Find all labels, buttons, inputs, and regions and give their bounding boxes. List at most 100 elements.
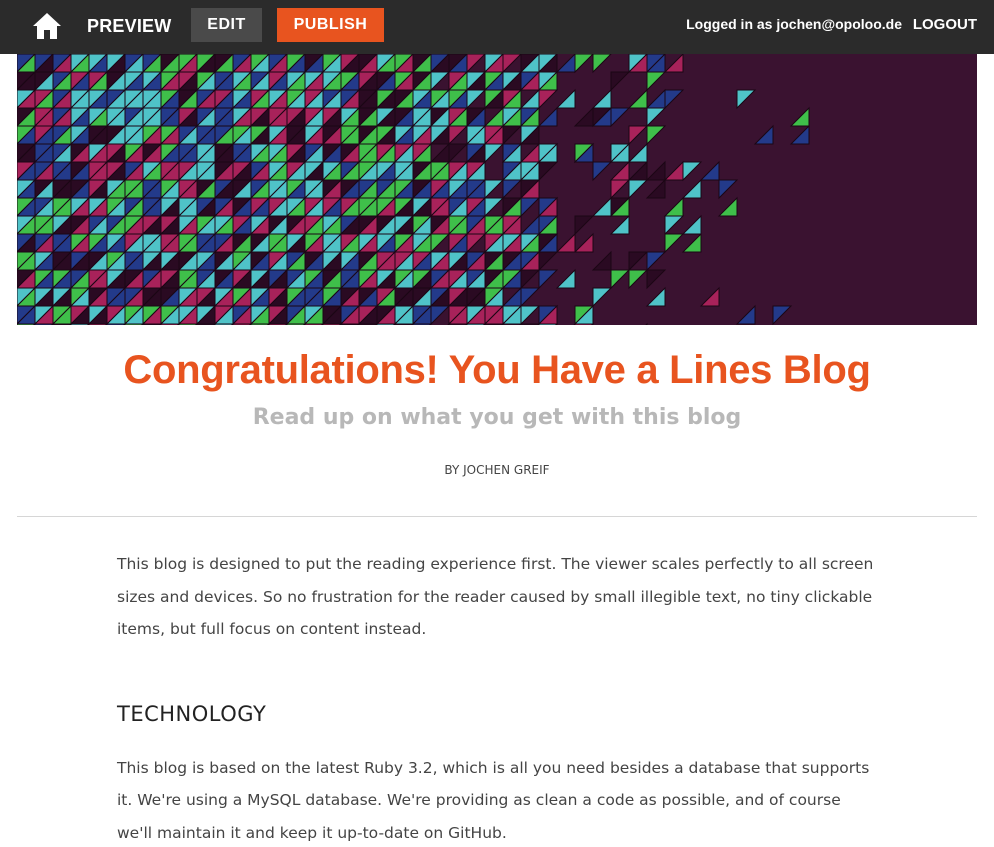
pattern-tile	[574, 54, 594, 74]
pattern-tile	[430, 233, 451, 254]
pattern-tile	[645, 178, 666, 199]
pattern-tile	[591, 196, 612, 217]
pattern-tile	[646, 125, 667, 146]
preview-button[interactable]: PREVIEW	[87, 13, 171, 39]
pattern-tile	[573, 322, 576, 325]
pattern-tile	[609, 160, 630, 181]
pattern-tile	[538, 269, 559, 290]
pattern-tile	[537, 106, 558, 127]
edit-button[interactable]: EDIT	[191, 8, 262, 42]
pattern-tile	[484, 179, 505, 200]
post-body: This blog is designed to put the reading…	[117, 548, 877, 847]
pattern-tile	[286, 323, 307, 325]
pattern-tile	[519, 214, 540, 235]
pattern-tile	[232, 323, 253, 325]
pattern-tile	[447, 322, 450, 325]
home-icon	[33, 13, 61, 39]
pattern-tile	[789, 106, 810, 127]
pattern-tile	[699, 160, 720, 181]
pattern-tile	[573, 106, 594, 127]
triangle-pattern	[17, 54, 810, 325]
pattern-tile	[538, 89, 559, 110]
pattern-tile	[573, 232, 594, 253]
pattern-tile	[736, 89, 757, 110]
pattern-tile	[538, 161, 559, 182]
pattern-tile	[681, 214, 702, 235]
pattern-tile	[699, 286, 720, 307]
pattern-tile	[520, 323, 541, 325]
pattern-tile	[502, 125, 523, 146]
pattern-tile	[646, 251, 667, 272]
pattern-tile	[502, 179, 523, 200]
pattern-tile	[645, 88, 666, 109]
divider	[17, 516, 977, 517]
pattern-tile	[753, 124, 774, 145]
pattern-tile	[610, 269, 631, 290]
publish-button[interactable]: PUBLISH	[277, 8, 384, 42]
pattern-tile	[520, 287, 541, 308]
pattern-tile	[645, 322, 648, 325]
pattern-tile	[34, 323, 55, 325]
pattern-tile	[610, 71, 631, 92]
pattern-tile	[627, 160, 648, 181]
pattern-tile	[645, 160, 666, 181]
pattern-tile	[484, 323, 505, 325]
pattern-tile	[214, 323, 235, 325]
pattern-tile	[591, 250, 612, 271]
post-title: Congratulations! You Have a Lines Blog	[123, 348, 871, 392]
pattern-tile	[645, 286, 666, 307]
pattern-tile	[178, 323, 199, 325]
pattern-tile	[106, 323, 127, 325]
pattern-tile	[501, 286, 522, 307]
intro-paragraph: This blog is designed to put the reading…	[117, 555, 874, 638]
pattern-tile	[628, 179, 649, 200]
pattern-tile	[376, 323, 397, 325]
pattern-tile	[448, 143, 469, 164]
pattern-tile	[609, 214, 630, 235]
pattern-tile	[628, 125, 649, 146]
pattern-tile	[555, 232, 576, 253]
pattern-tile	[430, 71, 451, 92]
pattern-tile	[717, 196, 738, 217]
pattern-tile	[412, 323, 433, 325]
pattern-tile	[591, 88, 612, 109]
pattern-tile	[663, 54, 684, 73]
pattern-tile	[250, 323, 271, 325]
pattern-tile	[17, 323, 37, 325]
pattern-tile	[592, 287, 613, 308]
pattern-tile	[484, 197, 505, 218]
pattern-tile	[592, 54, 612, 74]
pattern-tile	[574, 323, 595, 325]
pattern-tile	[484, 143, 505, 164]
pattern-tile	[358, 323, 379, 325]
pattern-tile	[627, 88, 648, 109]
top-toolbar: PREVIEW EDIT PUBLISH Logged in as jochen…	[0, 0, 994, 54]
pattern-tile	[538, 323, 559, 325]
pattern-tile	[664, 215, 685, 236]
pattern-tile	[304, 323, 325, 325]
pattern-tile	[681, 178, 702, 199]
pattern-tile	[88, 323, 109, 325]
pattern-tile	[610, 179, 631, 200]
pattern-tile	[124, 323, 145, 325]
pattern-tile	[663, 160, 684, 181]
pattern-tile	[430, 305, 451, 325]
pattern-tile	[681, 232, 702, 253]
pattern-tile	[448, 125, 469, 146]
pattern-tile	[502, 54, 522, 74]
post-subtitle: Read up on what you get with this blog	[252, 405, 742, 430]
section-heading-technology: TECHNOLOGY	[117, 701, 267, 726]
pattern-tile	[268, 323, 289, 325]
pattern-tile	[646, 107, 667, 128]
pattern-tile	[663, 196, 684, 217]
pattern-tile	[196, 323, 217, 325]
header-banner-image	[17, 54, 977, 325]
pattern-tile	[718, 179, 739, 200]
pattern-tile	[628, 269, 649, 290]
home-button[interactable]	[30, 10, 64, 42]
pattern-tile	[520, 197, 541, 218]
pattern-tile	[466, 89, 487, 110]
pattern-tile	[520, 305, 541, 325]
pattern-tile	[394, 323, 415, 325]
logout-link[interactable]: LOGOUT	[913, 16, 977, 33]
